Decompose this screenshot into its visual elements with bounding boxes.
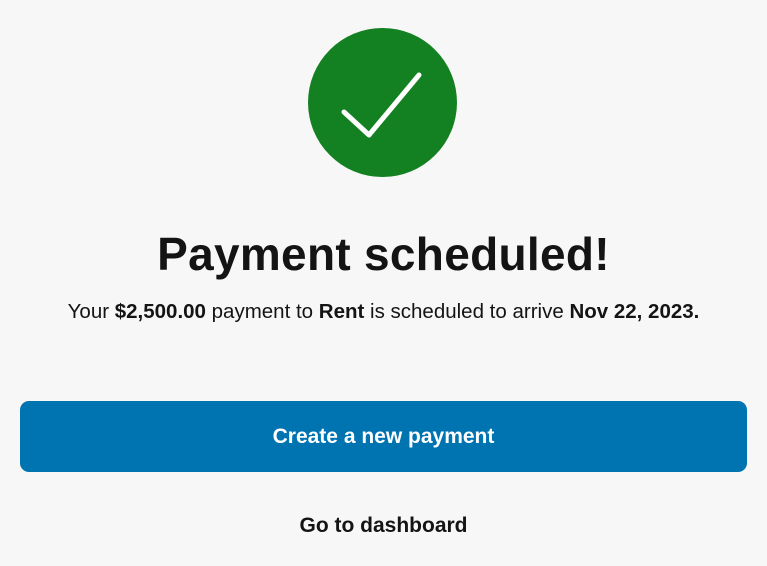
checkmark-icon [341,72,422,138]
payee-name: Rent [318,300,365,323]
success-badge [308,28,457,177]
arrival-date: Nov 22, 2023. [569,300,700,323]
confirmation-message: Your $2,500.00 payment to Rent is schedu… [0,297,767,327]
message-prefix: Your [67,300,115,323]
create-new-payment-button[interactable]: Create a new payment [20,401,747,472]
payment-amount: $2,500.00 [114,300,206,323]
message-middle-text: payment to [205,300,319,323]
message-arrival-text: is scheduled to arrive [364,300,570,323]
page-title: Payment scheduled! [157,228,610,280]
go-to-dashboard-link[interactable]: Go to dashboard [233,506,534,546]
